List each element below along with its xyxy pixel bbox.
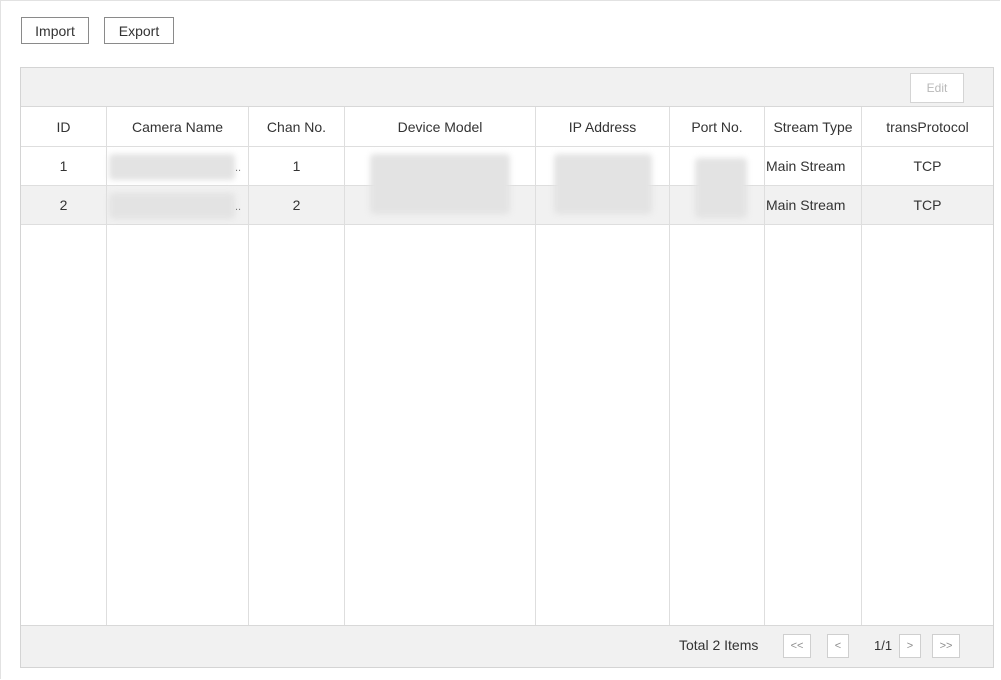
redacted-port-no — [695, 158, 747, 218]
cell-chan-no: 1 — [292, 158, 301, 174]
column-header-device-model[interactable]: Device Model — [345, 107, 535, 146]
redacted-ip-address — [554, 154, 652, 214]
column-header-stream-type[interactable]: Stream Type — [765, 107, 861, 146]
cell-id: 1 — [59, 158, 68, 174]
next-page-button[interactable]: > — [899, 634, 921, 658]
column-header-camera-name[interactable]: Camera Name — [107, 107, 248, 146]
table-toolbar: Edit — [21, 68, 993, 107]
column-header-ip-address[interactable]: IP Address — [536, 107, 669, 146]
row-divider — [21, 224, 993, 225]
export-button[interactable]: Export — [104, 17, 174, 44]
import-button[interactable]: Import — [21, 17, 89, 44]
prev-page-button[interactable]: < — [827, 634, 849, 658]
redacted-device-model — [370, 154, 510, 214]
camera-table: Edit ID Camera Name Chan No. Device Mode… — [20, 67, 994, 668]
column-header-trans-protocol[interactable]: transProtocol — [862, 107, 993, 146]
cell-camera-name-ellipsis: .. — [235, 201, 242, 213]
redacted-camera-name — [109, 193, 235, 219]
redacted-camera-name — [109, 154, 235, 180]
column-header-port-no[interactable]: Port No. — [670, 107, 764, 146]
first-page-button[interactable]: << — [783, 634, 811, 658]
cell-chan-no: 2 — [292, 197, 301, 213]
cell-trans-protocol: TCP — [913, 197, 942, 213]
column-header-id[interactable]: ID — [21, 107, 106, 146]
cell-camera-name-ellipsis: .. — [235, 162, 242, 174]
page-indicator: 1/1 — [874, 638, 893, 653]
cell-trans-protocol: TCP — [913, 158, 942, 174]
cell-id: 2 — [59, 197, 68, 213]
column-header-chan-no[interactable]: Chan No. — [249, 107, 344, 146]
pagination-bar: Total 2 Items << < 1/1 > >> — [21, 625, 993, 667]
edit-button[interactable]: Edit — [910, 73, 964, 103]
cell-stream-type: Main Stream — [766, 158, 846, 174]
total-items-label: Total 2 Items — [679, 637, 759, 653]
cell-stream-type: Main Stream — [766, 197, 846, 213]
last-page-button[interactable]: >> — [932, 634, 960, 658]
